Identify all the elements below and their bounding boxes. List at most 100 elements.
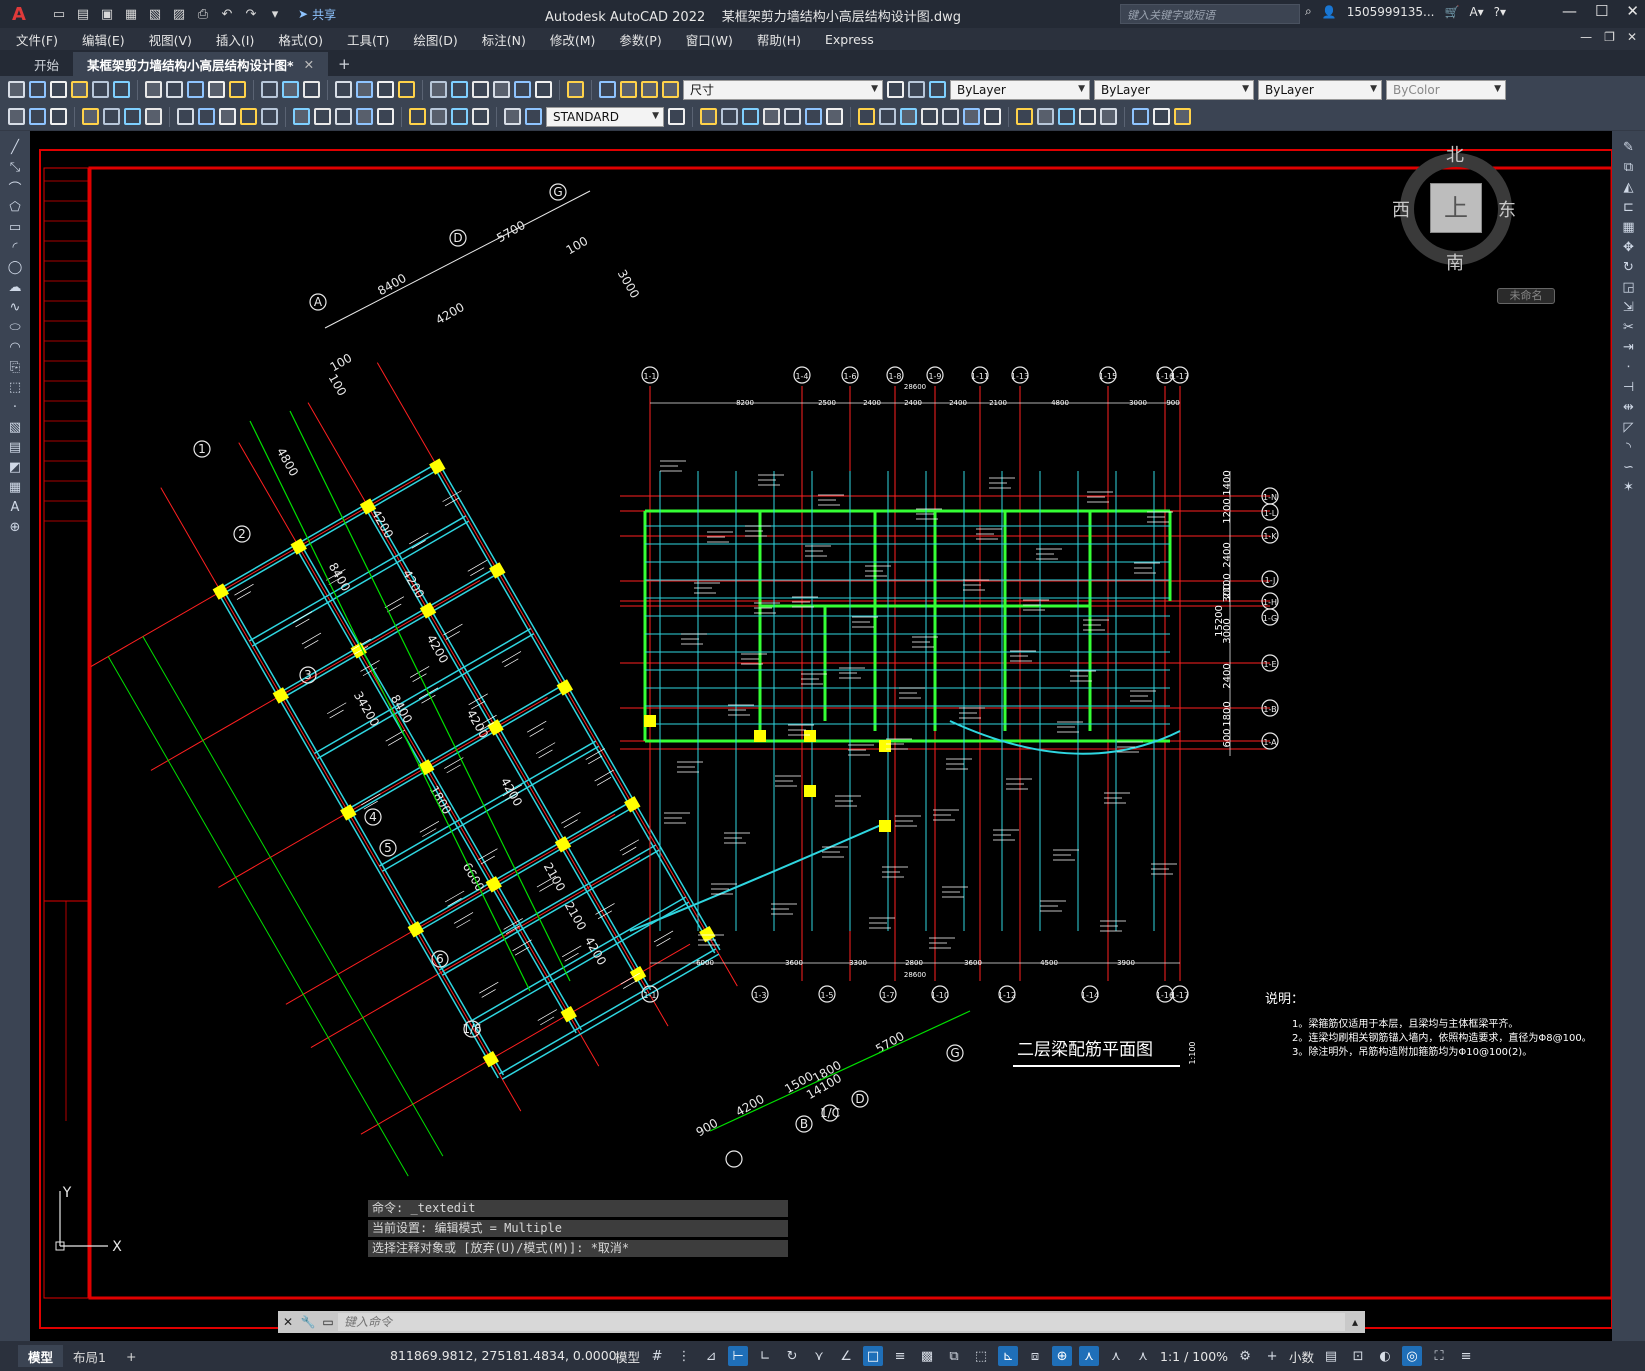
redo-icon[interactable]: ↷ (242, 5, 260, 23)
layer-walk-icon[interactable] (8, 108, 25, 125)
wcs-menu[interactable]: 未命名 (1497, 288, 1555, 304)
linear-dim-icon[interactable] (82, 108, 99, 125)
flatshot-icon[interactable] (1079, 108, 1096, 125)
ordinate-dim-icon[interactable] (145, 108, 162, 125)
join-icon[interactable]: ⇹ (1621, 399, 1637, 415)
erase-icon[interactable]: ✎ (1621, 139, 1637, 155)
lineweight-icon[interactable]: ≡ (890, 1346, 910, 1366)
gradient-icon[interactable]: ▤ (7, 439, 23, 455)
layer-previous-icon[interactable] (908, 81, 925, 98)
rectangle-icon[interactable]: ▭ (7, 219, 23, 235)
inspect-icon[interactable] (430, 108, 447, 125)
construction-line-icon[interactable]: ⤡ (7, 159, 23, 175)
3d-move-icon[interactable] (1174, 108, 1191, 125)
viewcube-south[interactable]: 南 (1446, 249, 1464, 275)
layer-dropdown[interactable]: 尺寸 ▼ (683, 79, 883, 100)
scale-icon[interactable]: ◲ (1621, 279, 1637, 295)
angular-dim-icon[interactable] (240, 108, 257, 125)
offset-icon[interactable]: ⊏ (1621, 199, 1637, 215)
tool-palettes-icon[interactable] (472, 81, 489, 98)
revolve-icon[interactable] (858, 108, 875, 125)
zoom-previous-icon[interactable] (398, 81, 415, 98)
extrude-icon[interactable] (826, 108, 843, 125)
dim-style-icon[interactable] (668, 108, 685, 125)
menu-item[interactable]: 窗口(W) (674, 30, 745, 49)
menu-item[interactable]: 文件(F) (0, 30, 70, 49)
command-customize-icon[interactable]: 🔧 (298, 1312, 318, 1332)
model-tab[interactable]: 模型 (18, 1345, 64, 1367)
quick-properties-icon[interactable]: ▤ (1321, 1346, 1341, 1366)
make-current-layer-icon[interactable] (887, 81, 904, 98)
drawing-canvas[interactable]: 1-1 1-4 1-6 1-8 1-9 1-11 1-13 1-15 1-16 1-17 1-1 1-… (30, 131, 1612, 1341)
layout1-tab[interactable]: 布局1 (63, 1345, 116, 1367)
isodraft-icon[interactable]: ⋎ (809, 1346, 829, 1366)
transparency-icon[interactable]: ▩ (917, 1346, 937, 1366)
cart-icon[interactable]: 🛒 (1444, 5, 1459, 19)
autodesk-app-icon[interactable]: A▾ (1469, 5, 1483, 19)
help-search-input[interactable]: 键入关键字或短语 (1120, 4, 1300, 24)
command-input[interactable] (338, 1313, 1345, 1331)
presspull-icon[interactable] (984, 108, 1001, 125)
layer-match-icon[interactable] (29, 108, 46, 125)
plot-icon[interactable] (71, 81, 88, 98)
blend-curves-icon[interactable]: ∽ (1621, 459, 1637, 475)
share-button[interactable]: ➤ 共享 (298, 6, 336, 23)
menu-item[interactable]: 工具(T) (335, 30, 401, 49)
redo-icon[interactable] (303, 81, 320, 98)
command-scroll-icon[interactable]: ▴ (1345, 1312, 1365, 1332)
break-at-point-icon[interactable]: ⋅ (1621, 359, 1637, 375)
move-icon[interactable]: ✥ (1621, 239, 1637, 255)
chamfer-icon[interactable]: ◸ (1621, 419, 1637, 435)
point-icon[interactable]: · (7, 399, 23, 415)
new-file-icon[interactable]: ▭ (50, 5, 68, 23)
open-web-icon[interactable]: ▧ (146, 5, 164, 23)
sweep-icon[interactable] (879, 108, 896, 125)
hatch-icon[interactable]: ▧ (7, 419, 23, 435)
menu-item[interactable]: 帮助(H) (745, 30, 813, 49)
break-icon[interactable]: ⊣ (1621, 379, 1637, 395)
save-icon[interactable] (50, 81, 67, 98)
sheet-set-icon[interactable] (493, 81, 510, 98)
imprint-icon[interactable] (1153, 108, 1170, 125)
new-icon[interactable] (8, 81, 25, 98)
radius-dim-icon[interactable] (177, 108, 194, 125)
tab-drawing[interactable]: 某框架剪力墙结构小高层结构设计图* ✕ (73, 52, 329, 76)
auto-scale-icon[interactable]: ⋏ (1106, 1346, 1126, 1366)
intersect-icon[interactable] (963, 108, 980, 125)
layer-state-icon[interactable] (929, 81, 946, 98)
menu-item[interactable]: 格式(O) (266, 30, 335, 49)
region-icon[interactable]: ◩ (7, 459, 23, 475)
circle-icon[interactable]: ◯ (7, 259, 23, 275)
3d-wedge-icon[interactable] (721, 108, 738, 125)
paste-icon[interactable] (208, 81, 225, 98)
layer-properties-icon[interactable] (599, 81, 616, 98)
3d-box-icon[interactable] (700, 108, 717, 125)
ortho-icon[interactable]: ∟ (755, 1346, 775, 1366)
units-dropdown[interactable]: 小数 (1289, 1347, 1314, 1366)
lock-ui-icon[interactable]: ⊡ (1348, 1346, 1368, 1366)
plot-icon[interactable]: ⎙ (194, 5, 212, 23)
grid-icon[interactable]: # (647, 1346, 667, 1366)
user-name[interactable]: 1505999135... (1347, 5, 1435, 19)
doc-close-icon[interactable]: ✕ (1627, 30, 1637, 44)
quickcalc-icon[interactable] (535, 81, 552, 98)
text-style-dropdown[interactable]: STANDARD ▼ (546, 106, 664, 127)
ellipse-icon[interactable]: ⬭ (7, 319, 23, 335)
extend-icon[interactable]: ⇥ (1621, 339, 1637, 355)
help-icon[interactable]: ?▾ (1494, 5, 1506, 19)
zoom-window-icon[interactable] (377, 81, 394, 98)
subtract-icon[interactable] (942, 108, 959, 125)
array-icon[interactable]: ▦ (1621, 219, 1637, 235)
rotate-icon[interactable]: ↻ (1621, 259, 1637, 275)
coordinate-readout[interactable]: 811869.9812, 275181.4834, 0.0000 (390, 1348, 617, 1363)
command-recent-icon[interactable]: ▭ (318, 1312, 338, 1332)
save-web-icon[interactable]: ▨ (170, 5, 188, 23)
infer-icon[interactable]: ⊿ (701, 1346, 721, 1366)
pan-icon[interactable] (335, 81, 352, 98)
customize-qat-icon[interactable]: ▾ (266, 5, 284, 23)
make-block-icon[interactable]: ⬚ (7, 379, 23, 395)
tab-start[interactable]: 开始 (20, 52, 73, 76)
block-editor-icon[interactable] (261, 81, 278, 98)
polar-icon[interactable]: ↻ (782, 1346, 802, 1366)
maximize-icon[interactable]: ☐ (1595, 2, 1608, 20)
